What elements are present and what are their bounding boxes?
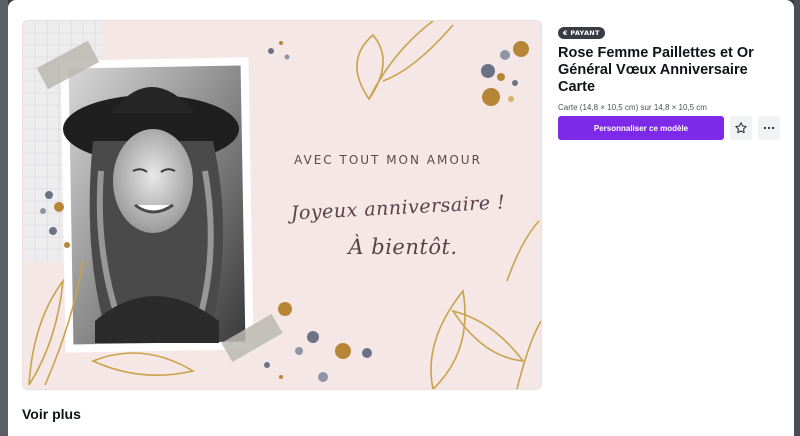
photo-frame [60, 57, 254, 353]
template-modal: AVEC TOUT MON AMOUR Joyeux anniversaire … [8, 0, 794, 436]
card-headline: AVEC TOUT MON AMOUR [294, 153, 482, 167]
background-strip-left [0, 0, 8, 436]
see-more-heading: Voir plus [22, 406, 81, 422]
favorite-button[interactable] [730, 116, 752, 140]
customize-template-button[interactable]: Personnaliser ce modèle [558, 116, 724, 140]
template-info: € PAYANT Rose Femme Paillettes et Or Gén… [558, 20, 782, 140]
background-strip-right [794, 0, 800, 436]
template-preview[interactable]: AVEC TOUT MON AMOUR Joyeux anniversaire … [22, 20, 542, 390]
card-script-line-2: À bientôt. [348, 235, 458, 259]
template-title: Rose Femme Paillettes et Or Général Vœux… [558, 45, 754, 95]
star-icon [735, 122, 747, 134]
template-dimensions: Carte (14,8 × 10,5 cm) sur 14,8 × 10,5 c… [558, 103, 707, 112]
more-horizontal-icon [763, 126, 775, 130]
more-options-button[interactable] [758, 116, 780, 140]
paid-badge: € PAYANT [558, 27, 605, 39]
action-bar: Personnaliser ce modèle [558, 116, 780, 140]
